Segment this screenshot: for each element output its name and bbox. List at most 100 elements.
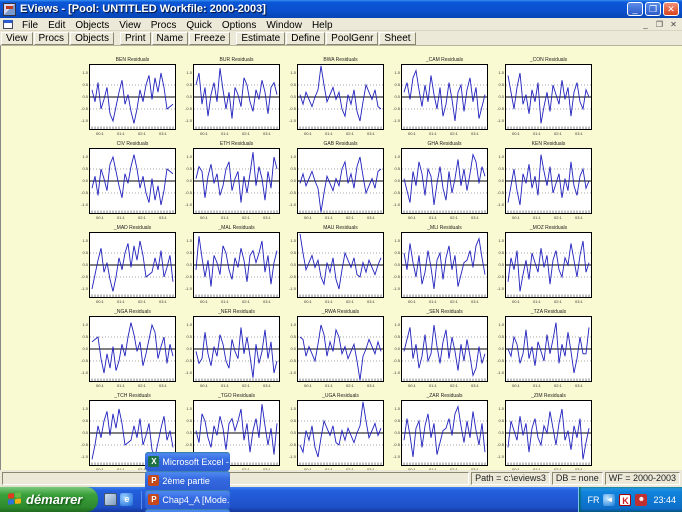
chart-title: _CAM Residuals <box>401 56 488 64</box>
y-axis-label: 0.5 <box>183 335 192 339</box>
x-axis-label: 02:1 <box>554 467 562 470</box>
child-minimize-button[interactable]: _ <box>639 19 652 30</box>
residual-line-plot <box>297 232 384 298</box>
windows-taskbar: démarrer e XMicrosoft Excel - ...P2ème p… <box>0 487 682 512</box>
menu-item-help[interactable]: Help <box>307 20 338 31</box>
menu-item-quick[interactable]: Quick <box>181 20 217 31</box>
y-axis-label: 0.5 <box>495 419 504 423</box>
x-axis-label: 00:1 <box>200 383 208 388</box>
y-axis-label: -0.5 <box>287 443 296 447</box>
y-axis-label: 1.0 <box>495 239 504 243</box>
x-axis-label: 02:1 <box>554 215 562 220</box>
x-axis-label: 02:1 <box>450 299 458 304</box>
y-axis-label: -0.5 <box>391 107 400 111</box>
x-axis-label: 02:1 <box>450 131 458 136</box>
taskbar-button-powerpoint[interactable]: PChap4_A [Mode... <box>145 490 230 509</box>
menu-item-objects[interactable]: Objects <box>70 20 114 31</box>
residual-chart-cell: _MLI Residuals1.00.50.0-0.5-1.000:101:10… <box>401 224 488 308</box>
antivirus-shield-icon[interactable]: ☻ <box>635 494 647 506</box>
residual-chart-cell: _ZIM Residuals1.00.50.0-0.5-1.000:101:10… <box>505 392 592 470</box>
child-close-button[interactable]: ✕ <box>667 19 680 30</box>
toolbar-button-sheet[interactable]: Sheet <box>379 32 415 45</box>
x-axis-label: 03:1 <box>575 131 583 136</box>
y-axis-label: 0.5 <box>495 335 504 339</box>
x-axis-label: 00:1 <box>512 383 520 388</box>
toolbar-button-view[interactable]: View <box>1 32 33 45</box>
toolbar-button-objects[interactable]: Objects <box>70 32 114 45</box>
y-axis-label: -0.5 <box>183 191 192 195</box>
chart-title: ETH Residuals <box>193 140 280 148</box>
y-axis-label: -0.5 <box>495 359 504 363</box>
eviews-app-icon <box>3 3 16 16</box>
taskbar-button-excel[interactable]: XMicrosoft Excel - ... <box>145 452 230 471</box>
menu-item-procs[interactable]: Procs <box>146 20 182 31</box>
show-desktop-icon[interactable] <box>104 493 117 506</box>
menu-item-view[interactable]: View <box>114 20 146 31</box>
y-axis-label: 0.0 <box>391 431 400 435</box>
x-axis-label: 02:1 <box>138 383 146 388</box>
x-axis-label: 01:1 <box>533 383 541 388</box>
y-axis-label: -1.0 <box>183 119 192 123</box>
y-axis-label: 0.5 <box>79 419 88 423</box>
excel-icon: X <box>148 456 159 467</box>
toolbar-button-define[interactable]: Define <box>286 32 325 45</box>
status-path-panel: Path = c:\eviews3 <box>471 472 550 485</box>
toolbar-button-poolgenr[interactable]: PoolGenr <box>326 32 378 45</box>
x-axis-label: 01:1 <box>117 215 125 220</box>
y-axis-label: -1.0 <box>287 203 296 207</box>
window-title: EViews - [Pool: UNTITLED Workfile: 2000-… <box>20 3 627 15</box>
y-axis-label: -1.0 <box>183 287 192 291</box>
y-axis-label: 0.0 <box>79 179 88 183</box>
x-axis-label: 03:1 <box>159 299 167 304</box>
residual-line-plot <box>401 232 488 298</box>
quick-launch-bar: e <box>98 493 139 506</box>
y-axis-label: -1.0 <box>287 371 296 375</box>
y-axis-label: -0.5 <box>391 275 400 279</box>
x-axis-label: 01:1 <box>429 299 437 304</box>
y-axis-label: -1.0 <box>495 455 504 459</box>
toolbar-button-print[interactable]: Print <box>120 32 151 45</box>
y-axis-label: 1.0 <box>391 407 400 411</box>
chart-title: _CON Residuals <box>505 56 592 64</box>
y-axis-label: -0.5 <box>287 107 296 111</box>
menu-item-file[interactable]: File <box>17 20 43 31</box>
x-axis-label: 01:1 <box>533 215 541 220</box>
chart-title: _TZA Residuals <box>505 308 592 316</box>
x-axis-label: 01:1 <box>325 467 333 470</box>
menu-item-window[interactable]: Window <box>261 20 307 31</box>
messenger-icon[interactable]: ◄ <box>603 494 615 506</box>
menu-item-options[interactable]: Options <box>217 20 261 31</box>
close-button[interactable]: ✕ <box>663 2 679 16</box>
chart-title: _MAL Residuals <box>193 224 280 232</box>
y-axis-label: 1.0 <box>183 407 192 411</box>
y-axis-label: 0.0 <box>183 179 192 183</box>
x-axis-label: 02:1 <box>450 383 458 388</box>
residual-line-plot <box>505 232 592 298</box>
restore-button[interactable]: ❐ <box>645 2 661 16</box>
internet-explorer-icon[interactable]: e <box>120 493 133 506</box>
language-indicator[interactable]: FR <box>587 495 599 505</box>
child-restore-button[interactable]: ❐ <box>653 19 666 30</box>
taskbar-button-powerpoint[interactable]: P2ème partie <box>145 471 230 490</box>
toolbar-button-procs[interactable]: Procs <box>34 32 70 45</box>
toolbar-button-name[interactable]: Name <box>152 32 189 45</box>
residual-chart-cell: KEN Residuals1.00.50.0-0.5-1.000:101:102… <box>505 140 592 224</box>
x-axis-label: 03:1 <box>367 131 375 136</box>
x-axis-label: 00:1 <box>512 215 520 220</box>
system-tray: FR ◄ K ☻ 23:44 <box>578 487 682 512</box>
toolbar-button-freeze[interactable]: Freeze <box>189 32 230 45</box>
powerpoint-icon: P <box>148 494 159 505</box>
y-axis-label: 1.0 <box>183 323 192 327</box>
kaspersky-icon[interactable]: K <box>619 494 631 506</box>
residual-chart-cell: GAB Residuals1.00.50.0-0.5-1.000:101:102… <box>297 140 384 224</box>
y-axis-label: 0.0 <box>495 179 504 183</box>
y-axis-label: 1.0 <box>79 155 88 159</box>
y-axis-label: 1.0 <box>391 71 400 75</box>
x-axis-label: 00:1 <box>96 467 104 470</box>
toolbar-button-estimate[interactable]: Estimate <box>236 32 285 45</box>
y-axis-label: -0.5 <box>79 107 88 111</box>
x-axis-label: 02:1 <box>450 215 458 220</box>
minimize-button[interactable]: _ <box>627 2 643 16</box>
start-button[interactable]: démarrer <box>0 487 98 512</box>
menu-item-edit[interactable]: Edit <box>43 20 70 31</box>
